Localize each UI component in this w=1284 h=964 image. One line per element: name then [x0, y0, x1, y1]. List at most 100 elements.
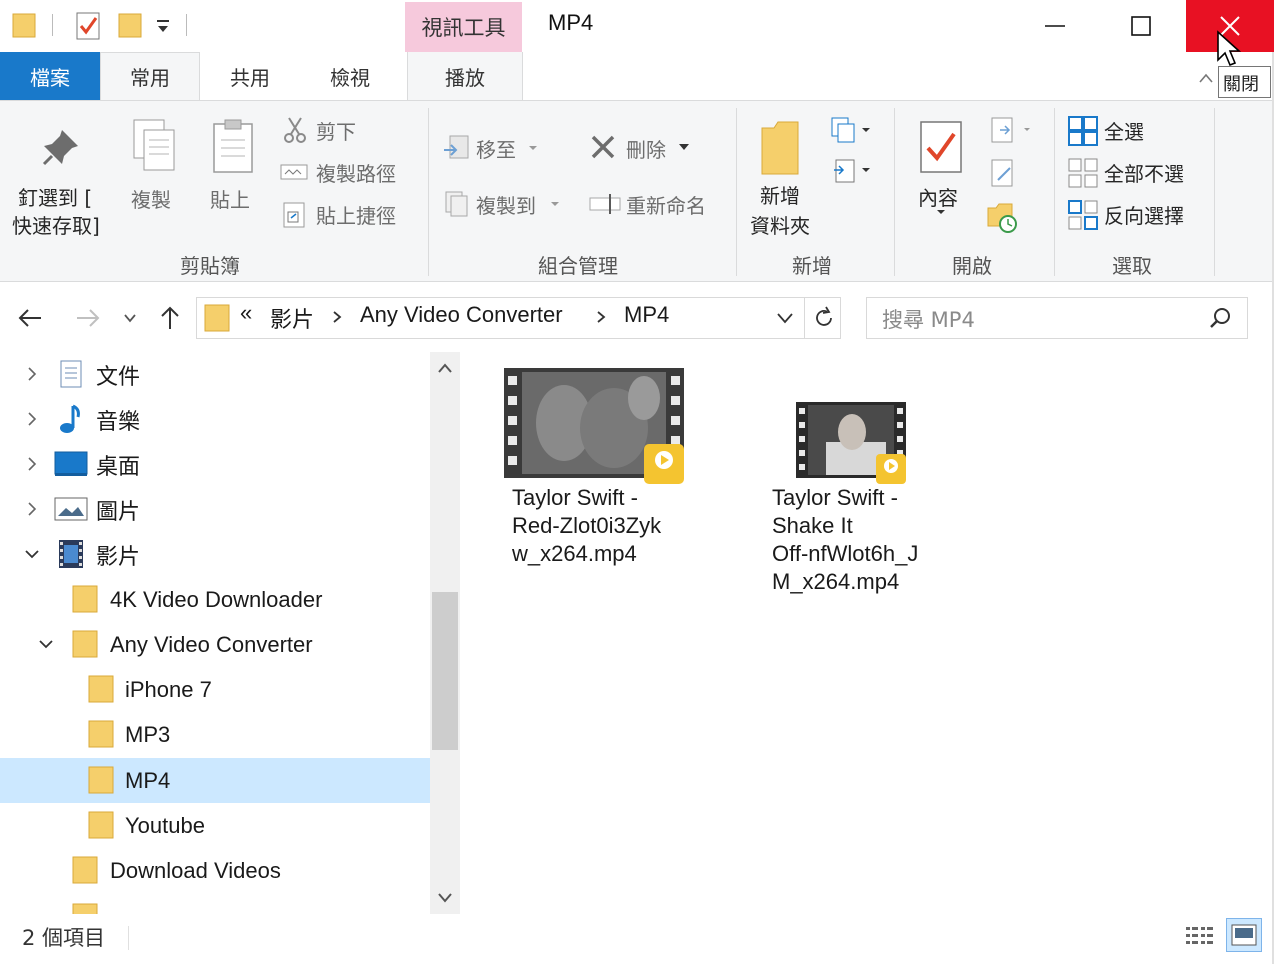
- file-item[interactable]: Taylor Swift - Shake It Off-nfWlot6h_J M…: [762, 366, 952, 606]
- paste-button[interactable]: 貼上: [204, 118, 264, 218]
- edit-button[interactable]: [986, 158, 1022, 192]
- new-item-icon: [831, 117, 870, 143]
- nav-item-iphone-7[interactable]: iPhone 7: [0, 667, 430, 712]
- select-none-label: 全部不選: [1104, 162, 1184, 186]
- nav-label: 文件: [96, 363, 141, 389]
- status-item-count: 2 個項目: [22, 926, 106, 950]
- navigation-pane: 文件 音樂 桌面 圖片 影片 4K Video Downloader Any V…: [0, 352, 430, 914]
- breadcrumb-videos[interactable]: 影片: [270, 302, 314, 334]
- tab-home[interactable]: 常用: [100, 52, 200, 100]
- folder-icon[interactable]: [12, 12, 36, 38]
- file-name-line: Taylor Swift -: [512, 485, 638, 510]
- paste-shortcut-button[interactable]: 貼上捷徑: [280, 198, 420, 230]
- chevron-down-icon: [937, 210, 945, 214]
- nav-label: Download Videos: [110, 857, 281, 883]
- folder-icon: [72, 856, 98, 884]
- file-item[interactable]: Taylor Swift - Red-Zlot0i3Zyk w_x264.mp4: [500, 366, 690, 576]
- maximize-button[interactable]: [1100, 0, 1182, 52]
- pin-quick-access-button[interactable]: 釘選到 [ 快速存取]: [8, 120, 116, 240]
- nav-item-music[interactable]: 音樂: [0, 397, 430, 442]
- context-tab-label: 視訊工具: [421, 16, 506, 40]
- select-all-label: 全選: [1104, 120, 1144, 144]
- delete-x-icon: [591, 135, 615, 159]
- search-icon[interactable]: [1208, 306, 1232, 330]
- new-folder-icon[interactable]: [118, 12, 142, 38]
- nav-item-desktop[interactable]: 桌面: [0, 442, 430, 487]
- open-button[interactable]: [986, 116, 1036, 148]
- copy-button[interactable]: 複製: [124, 118, 184, 218]
- large-icons-view-button[interactable]: [1226, 918, 1262, 952]
- delete-button[interactable]: 刪除: [586, 130, 706, 164]
- chevron-right-icon[interactable]: [22, 499, 42, 519]
- move-to-button[interactable]: 移至: [440, 130, 570, 164]
- tab-share[interactable]: 共用: [200, 52, 300, 100]
- new-folder-button[interactable]: 新增 資料夾: [744, 116, 822, 242]
- history-button[interactable]: [986, 200, 1022, 236]
- select-none-button[interactable]: 全部不選: [1066, 156, 1216, 190]
- copy-to-button[interactable]: 複製到: [440, 186, 570, 220]
- tab-file[interactable]: 檔案: [0, 52, 100, 100]
- file-name-line: Taylor Swift -: [772, 485, 898, 510]
- nav-item-mp4[interactable]: MP4: [0, 758, 430, 803]
- folder-icon: [88, 720, 114, 748]
- pictures-icon: [54, 497, 88, 521]
- nav-item-4k-video-downloader[interactable]: 4K Video Downloader: [0, 577, 430, 622]
- nav-item-videos[interactable]: 影片: [0, 532, 430, 577]
- back-button[interactable]: [14, 300, 46, 336]
- breadcrumb-mp4[interactable]: MP4: [624, 302, 669, 328]
- move-to-icon: [444, 135, 469, 159]
- nav-item-partial[interactable]: [0, 893, 430, 914]
- chevron-right-icon[interactable]: [22, 409, 42, 429]
- rename-button[interactable]: 重新命名: [586, 186, 726, 220]
- chevron-right-icon[interactable]: [332, 310, 342, 324]
- forward-button[interactable]: [72, 300, 104, 336]
- nav-label: MP3: [125, 721, 171, 747]
- scroll-down-icon[interactable]: [437, 892, 453, 904]
- address-dropdown-icon[interactable]: [776, 312, 794, 324]
- easy-access-button[interactable]: [828, 156, 876, 188]
- select-all-button[interactable]: 全選: [1066, 114, 1206, 148]
- chevron-right-icon[interactable]: [22, 454, 42, 474]
- paste-icon: [213, 119, 253, 173]
- nav-scrollbar-thumb[interactable]: [432, 592, 458, 750]
- details-view-icon: [1186, 927, 1213, 944]
- invert-selection-button[interactable]: 反向選擇: [1066, 198, 1216, 232]
- properties-button[interactable]: 內容: [906, 116, 976, 222]
- chevron-right-icon[interactable]: [22, 364, 42, 384]
- refresh-icon[interactable]: [812, 306, 836, 330]
- chevron-down-icon[interactable]: [36, 634, 56, 654]
- properties-icon[interactable]: [76, 10, 100, 40]
- nav-item-download-videos[interactable]: Download Videos: [0, 848, 430, 893]
- tab-play[interactable]: 播放: [407, 52, 523, 100]
- up-button[interactable]: [154, 300, 186, 336]
- scissors-icon: [284, 117, 306, 143]
- chevron-down-icon[interactable]: [22, 544, 42, 564]
- edit-icon: [991, 159, 1013, 187]
- maximize-icon: [1131, 16, 1151, 36]
- copy-path-button[interactable]: 複製路徑: [280, 156, 420, 188]
- easy-access-icon: [834, 159, 870, 183]
- chevron-right-icon[interactable]: [596, 310, 606, 324]
- tab-view[interactable]: 檢視: [300, 52, 400, 100]
- folder-icon: [204, 304, 230, 332]
- nav-item-mp3[interactable]: MP3: [0, 712, 430, 757]
- file-name-line: Shake It: [772, 513, 853, 538]
- window-title: MP4: [548, 10, 594, 35]
- recent-locations-button[interactable]: [116, 300, 144, 336]
- pin-label-1: 釘選到 [: [18, 186, 93, 210]
- details-view-button[interactable]: [1184, 922, 1216, 950]
- nav-item-youtube[interactable]: Youtube: [0, 803, 430, 848]
- nav-item-any-video-converter[interactable]: Any Video Converter: [0, 622, 430, 667]
- breadcrumb-overflow[interactable]: «: [240, 300, 252, 326]
- search-input[interactable]: 搜尋 MP4: [882, 304, 975, 334]
- cut-button[interactable]: 剪下: [280, 114, 420, 146]
- minimize-button[interactable]: [1014, 0, 1096, 52]
- customize-toolbar-icon[interactable]: [156, 18, 170, 34]
- collapse-ribbon-icon[interactable]: [1198, 72, 1214, 84]
- scroll-up-icon[interactable]: [437, 362, 453, 374]
- desktop-icon: [54, 451, 88, 476]
- new-item-button[interactable]: [828, 116, 876, 148]
- nav-item-pictures[interactable]: 圖片: [0, 487, 430, 532]
- breadcrumb-any-video-converter[interactable]: Any Video Converter: [360, 302, 563, 328]
- nav-item-documents[interactable]: 文件: [0, 352, 430, 397]
